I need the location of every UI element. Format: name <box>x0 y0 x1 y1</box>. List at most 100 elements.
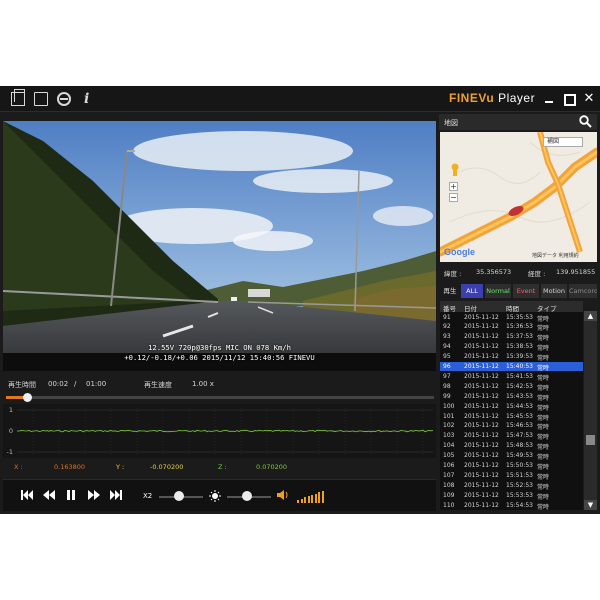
y-label: Y : <box>116 463 125 471</box>
volume-bar <box>297 500 299 503</box>
table-row[interactable]: 106 2015-11-12 15:50:53 常時 <box>440 461 583 471</box>
info-icon[interactable]: i <box>84 92 92 106</box>
last-icon[interactable] <box>110 490 122 502</box>
map-title: 地図 <box>444 119 458 127</box>
table-row[interactable]: 97 2015-11-12 15:41:53 常時 <box>440 371 583 382</box>
tab-motion[interactable]: Motion <box>541 284 567 298</box>
speed-multiplier: X2 <box>143 492 153 500</box>
maximize-button[interactable] <box>562 92 576 106</box>
volume-bar <box>300 498 303 503</box>
speed-slider-handle[interactable] <box>173 491 184 501</box>
row-number: 107 <box>443 471 455 479</box>
row-number: 110 <box>443 501 455 509</box>
scroll-up-icon[interactable]: ▲ <box>584 311 597 321</box>
row-time: 15:50:53 <box>506 462 533 469</box>
row-date: 2015-11-12 <box>464 501 499 509</box>
time-separator: / <box>74 380 77 388</box>
row-time: 15:43:53 <box>506 392 533 400</box>
row-number: 108 <box>443 481 455 489</box>
g-sensor-plot <box>16 408 434 454</box>
row-date: 2015-11-12 <box>464 372 499 380</box>
row-number: 94 <box>443 343 451 351</box>
gps-icon[interactable] <box>57 92 71 106</box>
speaker-icon[interactable] <box>277 490 289 502</box>
table-row[interactable]: 110 2015-11-12 15:54:53 常時 <box>440 500 583 510</box>
x-value: 0.163800 <box>54 463 86 471</box>
row-time: 15:46:53 <box>506 422 533 430</box>
row-date: 2015-11-12 <box>464 392 499 400</box>
row-time: 15:39:53 <box>506 353 533 361</box>
brightness-slider-handle[interactable] <box>241 491 252 501</box>
brightness-icon <box>209 490 221 502</box>
row-date: 2015-11-12 <box>464 412 499 420</box>
map-view[interactable]: 補図 + − Google 地図データ 利用規約 <box>440 132 597 262</box>
tab-camcorder[interactable]: Camcorder <box>569 284 597 298</box>
map-header: 地図 <box>439 114 597 130</box>
table-row[interactable]: 109 2015-11-12 15:53:53 常時 <box>440 490 583 501</box>
row-number: 92 <box>443 323 451 331</box>
table-row[interactable]: 107 2015-11-12 15:51:53 常時 <box>440 470 583 481</box>
speed-value: 1.00 x <box>192 380 214 388</box>
rewind-icon[interactable] <box>43 490 55 502</box>
graph-axis-top: 1 <box>8 406 13 414</box>
row-number: 109 <box>443 491 455 499</box>
table-row[interactable]: 94 2015-11-12 15:38:53 常時 <box>440 342 583 352</box>
seek-handle[interactable] <box>23 393 33 402</box>
file-list-scrollbar[interactable]: ▲ ▼ <box>584 311 597 510</box>
close-button[interactable]: ✕ <box>582 92 596 106</box>
row-date: 2015-11-12 <box>464 353 499 361</box>
g-sensor-graph: 1 0 -1 <box>3 404 436 458</box>
table-row[interactable]: 95 2015-11-12 15:39:53 常時 <box>440 352 583 362</box>
scroll-down-icon[interactable]: ▼ <box>584 500 597 510</box>
table-row[interactable]: 108 2015-11-12 15:52:53 常時 <box>440 480 583 491</box>
row-time: 15:35:53 <box>506 313 533 321</box>
folder-icon[interactable] <box>11 89 25 106</box>
table-row[interactable]: 98 2015-11-12 15:42:53 常時 <box>440 381 583 392</box>
row-date: 2015-11-12 <box>464 363 499 370</box>
row-number: 98 <box>443 382 451 390</box>
volume-bar <box>307 496 310 503</box>
row-time: 15:53:53 <box>506 491 533 499</box>
map-layer-select[interactable]: 補図 <box>543 137 583 147</box>
map-attribution[interactable]: 地図データ 利用規約 <box>532 252 579 259</box>
table-row[interactable]: 103 2015-11-12 15:47:53 常時 <box>440 431 583 441</box>
table-row[interactable]: 93 2015-11-12 15:37:53 常時 <box>440 332 583 342</box>
table-row[interactable]: 99 2015-11-12 15:43:53 常時 <box>440 391 583 402</box>
table-row[interactable]: 96 2015-11-12 15:40:53 常時 <box>440 361 583 372</box>
row-time: 15:45:53 <box>506 412 533 420</box>
table-row[interactable]: 102 2015-11-12 15:46:53 常時 <box>440 421 583 431</box>
row-time: 15:49:53 <box>506 452 533 460</box>
speed-label: 再生速度 <box>144 381 172 389</box>
forward-icon[interactable] <box>88 490 100 502</box>
row-time: 15:36:53 <box>506 323 533 331</box>
file-list: 番号 日付 時間 タイプ 91 2015-11-12 15:35:53 常時 92 201… <box>440 301 583 510</box>
table-row[interactable]: 104 2015-11-12 15:48:53 常時 <box>440 441 583 451</box>
row-date: 2015-11-12 <box>464 462 499 469</box>
volume-bar <box>314 493 317 503</box>
table-row[interactable]: 100 2015-11-12 15:44:53 常時 <box>440 401 583 412</box>
minimize-button[interactable] <box>542 92 556 106</box>
latitude-label: 緯度 : <box>444 270 462 278</box>
tab-normal[interactable]: Normal <box>485 284 511 298</box>
video-view[interactable]: 12.55V 720p@30fps MIC ON 078 Km/h +0.12/… <box>3 121 436 371</box>
window-icon[interactable] <box>34 92 48 106</box>
volume-meter[interactable] <box>297 480 327 512</box>
table-row[interactable]: 92 2015-11-12 15:36:53 常時 <box>440 322 583 332</box>
search-icon[interactable] <box>579 115 592 128</box>
seek-bar[interactable] <box>6 393 434 402</box>
tab-event[interactable]: Event <box>513 284 539 298</box>
first-icon[interactable] <box>21 490 33 502</box>
row-time: 15:37:53 <box>506 333 533 341</box>
playback-controls: X2 <box>3 479 436 511</box>
map-zoom-out[interactable]: − <box>449 193 458 202</box>
row-date: 2015-11-12 <box>464 343 499 351</box>
scrollbar-thumb[interactable] <box>586 435 595 445</box>
map-zoom-in[interactable]: + <box>449 182 458 191</box>
pause-icon[interactable] <box>66 490 76 502</box>
google-logo: Google <box>444 247 475 257</box>
tab-all[interactable]: ALL <box>461 284 483 298</box>
table-row[interactable]: 101 2015-11-12 15:45:53 常時 <box>440 411 583 422</box>
table-row[interactable]: 91 2015-11-12 15:35:53 常時 <box>440 312 583 323</box>
row-date: 2015-11-12 <box>464 323 499 331</box>
table-row[interactable]: 105 2015-11-12 15:49:53 常時 <box>440 451 583 461</box>
